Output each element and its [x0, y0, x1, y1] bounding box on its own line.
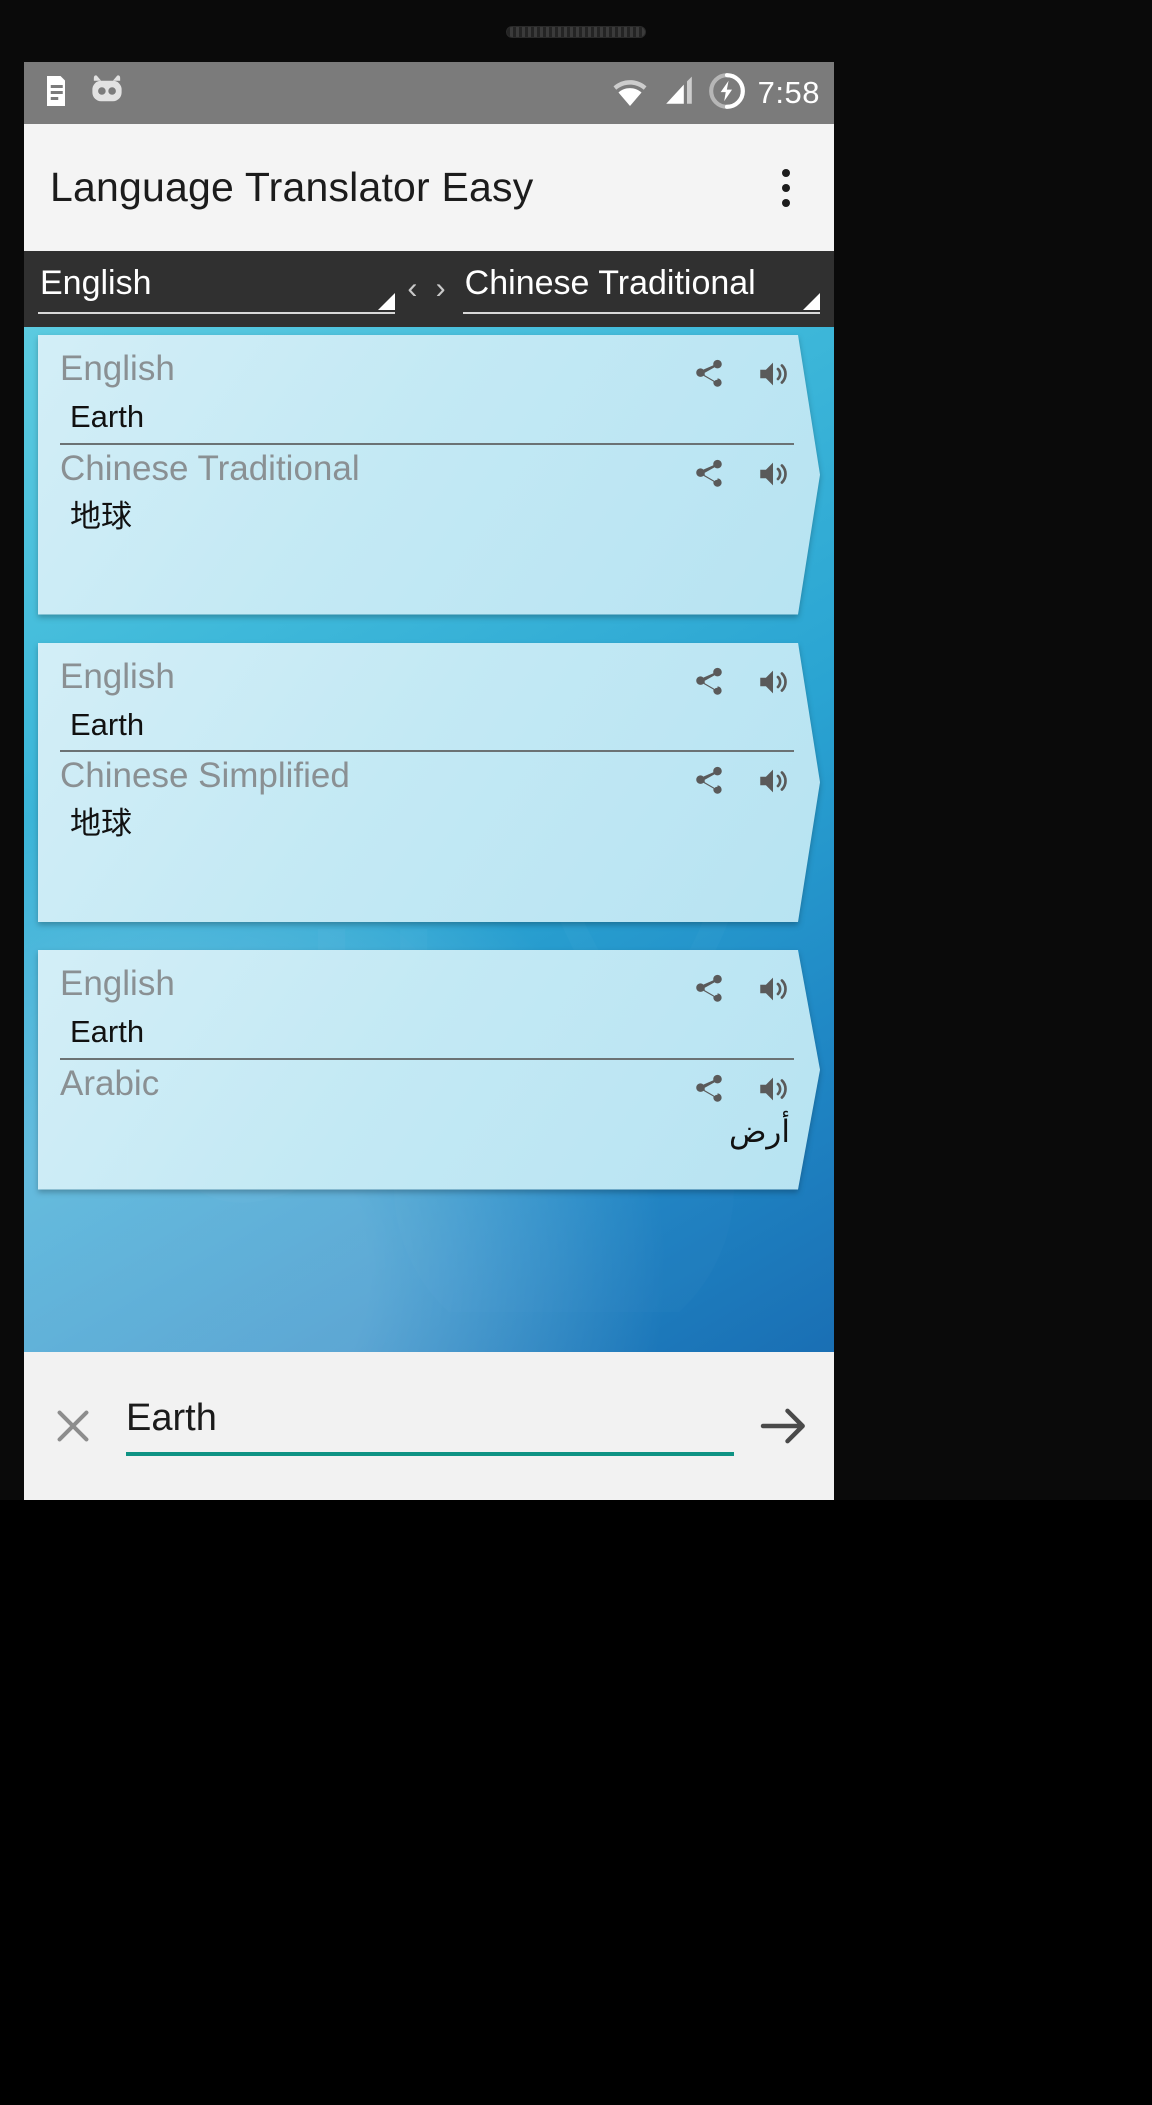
share-icon[interactable] [692, 972, 726, 1011]
translation-card-list: English Earth Chinese Traditional 地球 Eng… [24, 327, 834, 1190]
source-text: Earth [70, 1014, 145, 1049]
card-target-segment: Chinese Traditional 地球 [38, 445, 820, 597]
share-icon[interactable] [692, 457, 726, 496]
source-language-name: English [60, 656, 175, 696]
app-bar: Language Translator Easy [24, 124, 834, 251]
clear-input-button[interactable] [46, 1399, 100, 1453]
target-language-name: Chinese Traditional [60, 448, 360, 488]
share-icon[interactable] [692, 357, 726, 396]
source-language-label: English [40, 264, 152, 302]
translation-input-bar: Earth [24, 1352, 834, 1500]
source-text: Earth [70, 706, 145, 742]
status-bar-clock: 7:58 [757, 75, 820, 110]
navigation-bar-area [0, 1500, 1152, 2105]
cyanogenmod-icon [88, 73, 126, 114]
overflow-dot [782, 168, 790, 177]
battery-charging-icon [708, 72, 746, 115]
target-text: 地球 [70, 498, 132, 534]
speaker-icon[interactable] [756, 457, 790, 496]
share-icon[interactable] [692, 1072, 726, 1111]
card-target-segment: Chinese Simplified 地球 [38, 752, 820, 904]
speaker-icon[interactable] [756, 764, 790, 803]
card-bottom-space [60, 1152, 794, 1166]
target-text: 地球 [70, 806, 132, 842]
speaker-icon[interactable] [756, 357, 790, 396]
source-text: Earth [70, 399, 145, 434]
wifi-icon [610, 75, 650, 112]
source-language-dropdown[interactable]: English [38, 264, 396, 314]
overflow-dot [782, 198, 790, 207]
translation-card[interactable]: English Earth [38, 643, 820, 923]
card-bottom-space [60, 844, 794, 898]
cellular-signal-icon [662, 75, 696, 112]
notification-document-icon [38, 73, 74, 114]
share-icon[interactable] [692, 764, 726, 803]
target-language-name: Arabic [60, 1063, 160, 1103]
phone-screen: 7:58 Language Translator Easy English ‹ … [24, 62, 834, 1500]
target-language-name: Chinese Simplified [60, 756, 350, 796]
translation-card[interactable]: English Earth [38, 950, 820, 1190]
source-language-name: English [60, 349, 175, 388]
earpiece-grille [506, 26, 646, 38]
overflow-menu-button[interactable] [764, 160, 808, 216]
translate-submit-button[interactable] [756, 1398, 812, 1454]
phone-device: 7:58 Language Translator Easy English ‹ … [0, 0, 1152, 2105]
share-icon[interactable] [692, 665, 726, 704]
card-source-segment: English Earth [60, 653, 794, 753]
source-language-name: English [60, 964, 175, 1003]
translation-input-value: Earth [126, 1396, 217, 1439]
speaker-icon[interactable] [756, 972, 790, 1011]
language-selector-bar: English ‹ › Chinese Traditional [24, 251, 834, 327]
speaker-icon[interactable] [756, 1072, 790, 1111]
translation-card[interactable]: English Earth [38, 335, 820, 615]
card-source-segment: English Earth [60, 345, 794, 445]
card-source-segment: English Earth [60, 960, 794, 1060]
status-bar-left-icons [38, 73, 126, 114]
card-target-segment: Arabic أرض [38, 1060, 820, 1172]
target-language-label: Chinese Traditional [464, 264, 756, 302]
target-language-dropdown[interactable]: Chinese Traditional [462, 264, 821, 314]
status-bar-right-icons: 7:58 [610, 72, 820, 115]
target-text: أرض [728, 1113, 790, 1149]
card-bottom-space [60, 537, 794, 591]
speaker-icon[interactable] [756, 665, 790, 704]
overflow-dot [782, 183, 790, 192]
translation-results-area: ال 文 English [24, 327, 834, 1352]
translation-input-field[interactable]: Earth [126, 1397, 734, 1456]
page-title: Language Translator Easy [50, 164, 534, 210]
swap-languages-button[interactable]: ‹ › [395, 272, 462, 306]
status-bar: 7:58 [24, 62, 834, 124]
